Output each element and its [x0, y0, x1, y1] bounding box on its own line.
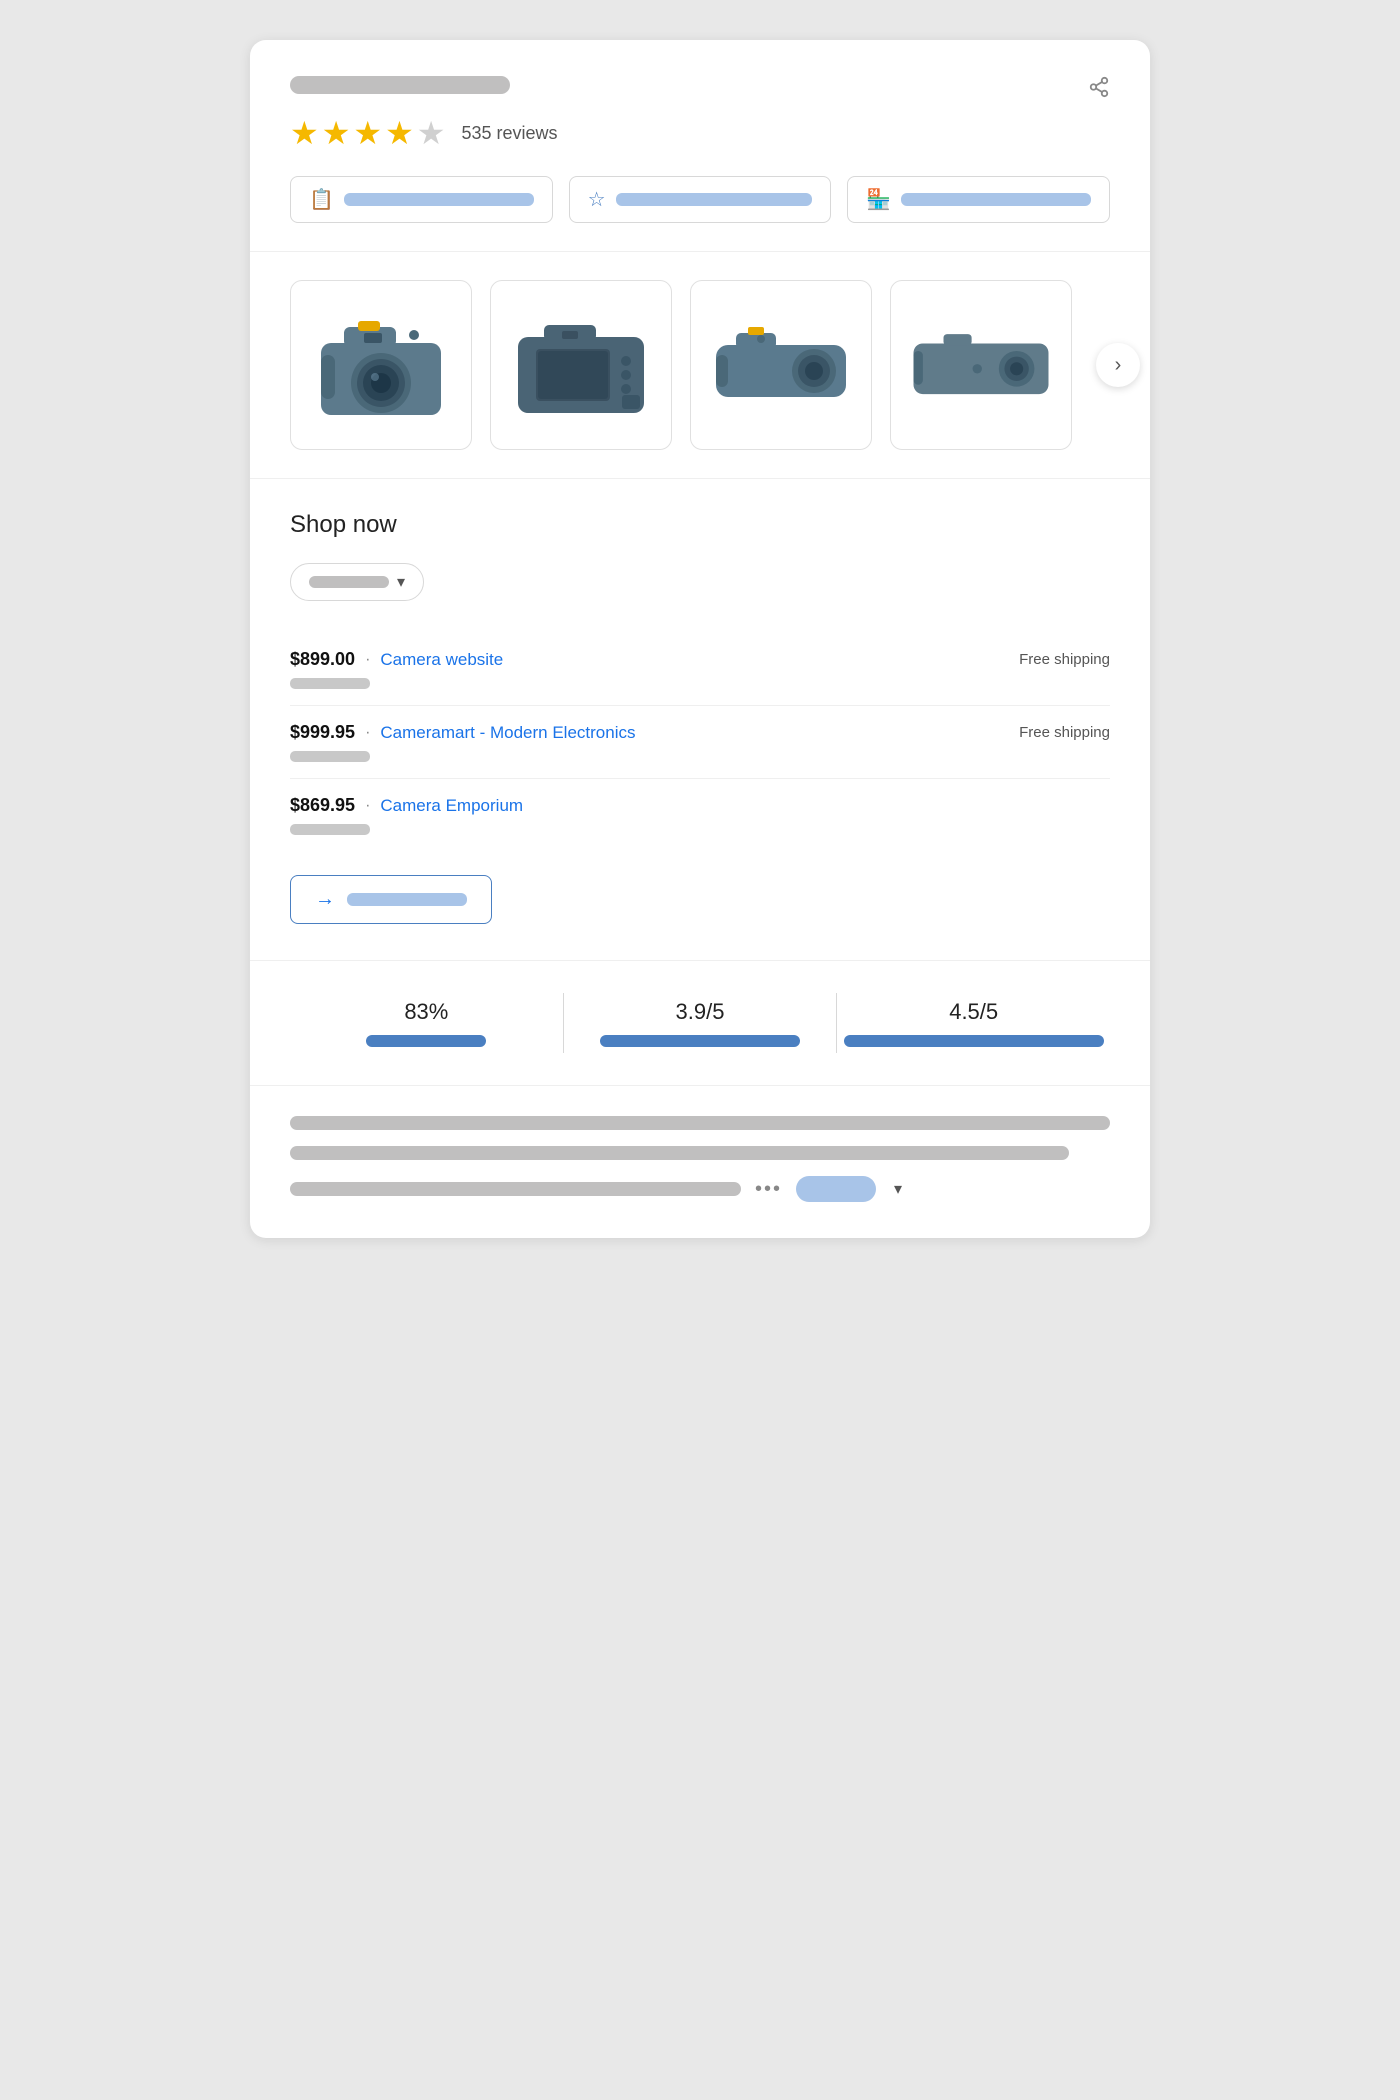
star-5: ★ [417, 114, 446, 152]
dropdown-arrow-icon: ▾ [397, 572, 405, 592]
ellipsis: ••• [755, 1178, 782, 1201]
star-3: ★ [353, 114, 382, 152]
button-3-label [901, 193, 1091, 206]
star-4: ★ [385, 114, 414, 152]
share-icon[interactable] [1088, 76, 1110, 104]
expand-pill [796, 1176, 876, 1202]
shop-item-2-left: $999.95 · Cameramart - Modern Electronic… [290, 722, 635, 743]
action-buttons: 📋 ☆ 🏪 [290, 176, 1110, 223]
shop-title: Shop now [290, 511, 1110, 539]
desc-line-1 [290, 1116, 1110, 1130]
desc-last-row: ••• ▾ [290, 1176, 1110, 1202]
more-button-label [347, 893, 467, 906]
rating-row: ★ ★ ★ ★ ★ 535 reviews [290, 114, 1110, 152]
stat-3-value: 4.5/5 [949, 999, 998, 1025]
see-all-prices-button[interactable]: → [290, 875, 492, 924]
item-2-price: $999.95 [290, 722, 355, 743]
star-rating: ★ ★ ★ ★ ★ [290, 114, 445, 152]
shop-section: Shop now ▾ $899.00 · Camera website Free… [250, 479, 1150, 961]
review-count: 535 reviews [461, 123, 557, 144]
star-outline-icon: ☆ [588, 187, 606, 212]
star-2: ★ [322, 114, 351, 152]
stat-1-bar [366, 1035, 486, 1047]
favorite-button[interactable]: ☆ [569, 176, 832, 223]
desc-line-2 [290, 1146, 1069, 1160]
shop-item-1: $899.00 · Camera website Free shipping [290, 633, 1110, 706]
item-1-dot: · [365, 651, 370, 669]
item-3-dot: · [365, 797, 370, 815]
product-title-placeholder [290, 76, 510, 94]
item-1-seller[interactable]: Camera website [380, 650, 503, 670]
stat-2: 3.9/5 [564, 999, 837, 1047]
shop-item-3-left: $869.95 · Camera Emporium [290, 795, 523, 816]
item-3-seller[interactable]: Camera Emporium [380, 796, 523, 816]
item-1-price: $899.00 [290, 649, 355, 670]
next-arrow-button[interactable]: › [1096, 343, 1140, 387]
stat-3: 4.5/5 [837, 999, 1110, 1047]
camera-image-2[interactable] [490, 280, 672, 450]
item-2-subtext [290, 751, 370, 762]
item-2-seller[interactable]: Cameramart - Modern Electronics [380, 723, 635, 743]
images-section: › [250, 252, 1150, 479]
shop-item-3-row: $869.95 · Camera Emporium [290, 795, 1110, 816]
item-3-price: $869.95 [290, 795, 355, 816]
stat-2-value: 3.9/5 [676, 999, 725, 1025]
store-icon: 🏪 [866, 187, 891, 212]
shop-item-1-left: $899.00 · Camera website [290, 649, 503, 670]
clipboard-icon: 📋 [309, 187, 334, 212]
shop-item-1-row: $899.00 · Camera website Free shipping [290, 649, 1110, 670]
description-section: ••• ▾ [250, 1086, 1150, 1238]
item-1-shipping: Free shipping [1019, 651, 1110, 668]
chevron-down-icon: ▾ [894, 1179, 902, 1199]
shop-item-2-row: $999.95 · Cameramart - Modern Electronic… [290, 722, 1110, 743]
item-2-dot: · [365, 724, 370, 742]
filter-dropdown[interactable]: ▾ [290, 563, 424, 601]
store-button[interactable]: 🏪 [847, 176, 1110, 223]
stat-1-value: 83% [404, 999, 448, 1025]
rating-section: ★ ★ ★ ★ ★ 535 reviews 📋 ☆ 🏪 [250, 40, 1150, 252]
camera-image-1[interactable] [290, 280, 472, 450]
star-1: ★ [290, 114, 319, 152]
shop-item-3: $869.95 · Camera Emporium [290, 779, 1110, 851]
stats-section: 83% 3.9/5 4.5/5 [250, 961, 1150, 1086]
camera-image-3[interactable] [690, 280, 872, 450]
shop-item-2: $999.95 · Cameramart - Modern Electronic… [290, 706, 1110, 779]
stat-3-bar [844, 1035, 1104, 1047]
item-1-subtext [290, 678, 370, 689]
camera-image-4[interactable] [890, 280, 1072, 450]
clipboard-button[interactable]: 📋 [290, 176, 553, 223]
arrow-right-icon: → [315, 888, 335, 911]
button-2-label [616, 193, 813, 206]
desc-line-3 [290, 1182, 741, 1196]
button-1-label [344, 193, 534, 206]
item-2-shipping: Free shipping [1019, 724, 1110, 741]
stat-2-bar [600, 1035, 800, 1047]
filter-label [309, 576, 389, 588]
item-3-subtext [290, 824, 370, 835]
stat-1: 83% [290, 999, 563, 1047]
product-card: ★ ★ ★ ★ ★ 535 reviews 📋 ☆ 🏪 [250, 40, 1150, 1238]
